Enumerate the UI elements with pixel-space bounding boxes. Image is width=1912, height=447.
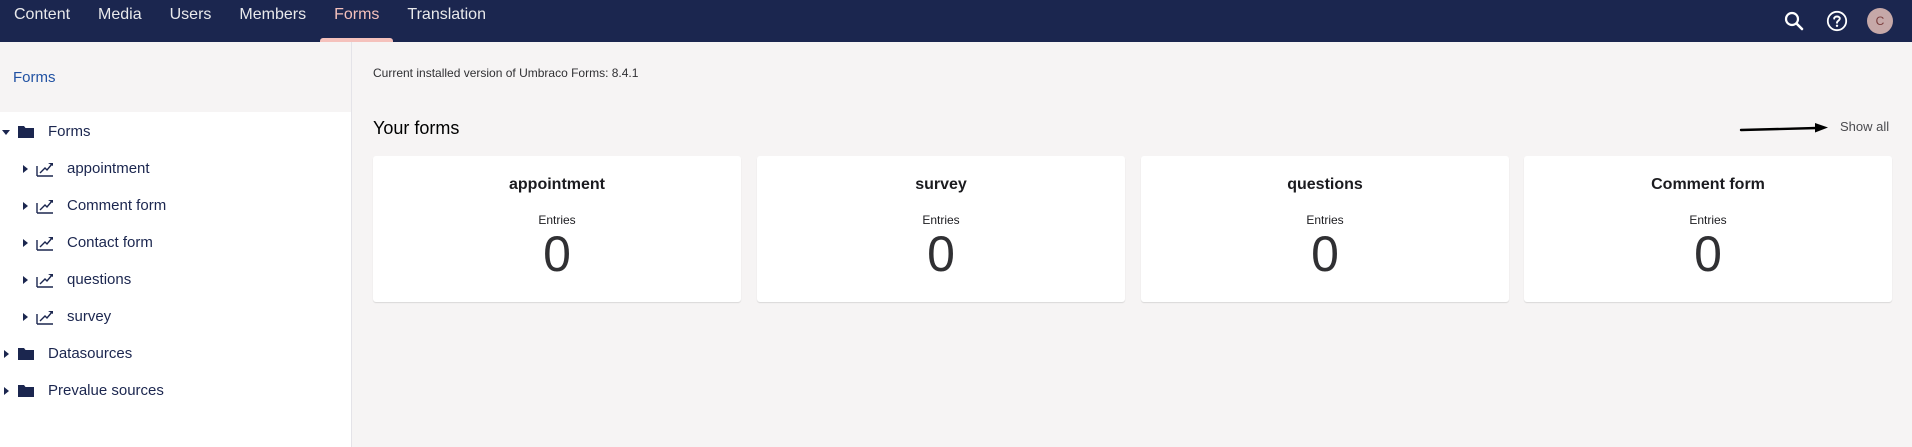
caret-right-icon[interactable] [0, 385, 12, 397]
folder-icon [16, 124, 36, 140]
user-avatar[interactable]: C [1867, 8, 1893, 34]
tree-item-label: Contact form [67, 234, 153, 251]
caret-right-icon[interactable] [19, 311, 31, 323]
tree-item-label: survey [67, 308, 112, 325]
card-entries-count: 0 [927, 226, 955, 282]
nav-item-translation[interactable]: Translation [393, 0, 500, 42]
sidebar-header: Forms [0, 42, 351, 112]
main-content: Current installed version of Umbraco For… [353, 42, 1912, 447]
nav-item-users[interactable]: Users [156, 0, 226, 42]
tree-item-label: questions [67, 271, 132, 288]
nav-item-forms[interactable]: Forms [320, 0, 394, 42]
card-title: appointment [509, 176, 605, 193]
card-title: Comment form [1651, 176, 1765, 193]
form-icon [35, 272, 55, 288]
tree-item-label: appointment [67, 160, 150, 177]
top-actions: C [1781, 0, 1912, 42]
form-card-questions[interactable]: questions Entries 0 [1141, 156, 1509, 302]
caret-right-icon[interactable] [0, 348, 12, 360]
form-icon [35, 309, 55, 325]
version-text: Current installed version of Umbraco For… [373, 66, 639, 80]
form-icon [35, 161, 55, 177]
form-card-comment-form[interactable]: Comment form Entries 0 [1524, 156, 1892, 302]
help-button[interactable] [1824, 8, 1850, 34]
tree-item-questions[interactable]: questions [0, 261, 352, 298]
sidebar: Forms Forms appointment Comment form Con… [0, 42, 352, 447]
tree-item-label: Datasources [48, 345, 133, 362]
form-card-appointment[interactable]: appointment Entries 0 [373, 156, 741, 302]
search-button[interactable] [1781, 8, 1807, 34]
tree-item-label: Comment form [67, 197, 167, 214]
caret-right-icon[interactable] [19, 237, 31, 249]
card-entries-count: 0 [1694, 226, 1722, 282]
caret-right-icon[interactable] [19, 163, 31, 175]
folder-icon [16, 346, 36, 362]
section-title: Your forms [373, 118, 460, 138]
caret-right-icon[interactable] [19, 200, 31, 212]
tree-item-appointment[interactable]: appointment [0, 150, 352, 187]
tree-item-contact-form[interactable]: Contact form [0, 224, 352, 261]
form-icon [35, 198, 55, 214]
caret-down-icon[interactable] [0, 126, 12, 138]
section-nav: Content Media Users Members Forms Transl… [0, 0, 500, 42]
tree-item-comment-form[interactable]: Comment form [0, 187, 352, 224]
form-card-survey[interactable]: survey Entries 0 [757, 156, 1125, 302]
card-title: survey [915, 176, 967, 193]
show-all-link[interactable]: Show all [1840, 119, 1889, 134]
nav-item-members[interactable]: Members [225, 0, 320, 42]
arrow-right-icon [1739, 123, 1828, 133]
search-icon [1784, 11, 1804, 31]
form-icon [35, 235, 55, 251]
card-title: questions [1287, 176, 1363, 193]
tree-item-survey[interactable]: survey [0, 298, 352, 335]
caret-right-icon[interactable] [19, 274, 31, 286]
tree-item-datasources[interactable]: Datasources [0, 335, 352, 372]
help-icon [1826, 10, 1848, 32]
card-entries-count: 0 [543, 226, 571, 282]
tree-item-forms[interactable]: Forms [0, 113, 352, 150]
card-entries-count: 0 [1311, 226, 1339, 282]
nav-item-content[interactable]: Content [0, 0, 84, 42]
sidebar-title[interactable]: Forms [13, 69, 56, 86]
tree-item-prevalue-sources[interactable]: Prevalue sources [0, 372, 352, 409]
nav-item-media[interactable]: Media [84, 0, 156, 42]
folder-icon [16, 383, 36, 399]
top-navigation-bar: Content Media Users Members Forms Transl… [0, 0, 1912, 42]
tree-item-label: Forms [48, 123, 91, 140]
tree-item-label: Prevalue sources [48, 382, 164, 399]
